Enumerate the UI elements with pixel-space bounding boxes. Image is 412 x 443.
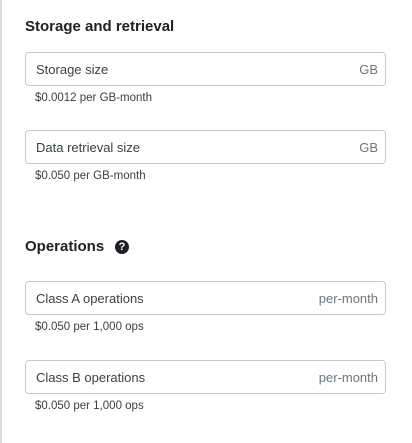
data-retrieval-size-price: $0.050 per GB-month xyxy=(35,170,146,182)
data-retrieval-size-unit: GB xyxy=(359,140,378,155)
class-b-operations-unit: per-month xyxy=(318,370,378,385)
class-b-operations-label: Class B operations xyxy=(36,370,146,385)
class-a-operations-label: Class A operations xyxy=(36,291,144,306)
class-a-operations-unit: per-month xyxy=(318,291,378,306)
class-a-operations-field[interactable]: Class A operations per-month xyxy=(25,281,386,315)
operations-section-title: Operations xyxy=(25,238,105,255)
storage-size-field[interactable]: Storage size GB xyxy=(25,52,386,86)
storage-section-title: Storage and retrieval xyxy=(25,18,175,35)
storage-size-unit: GB xyxy=(359,62,378,77)
class-a-operations-price: $0.050 per 1,000 ops xyxy=(35,321,144,333)
panel-left-border xyxy=(0,0,2,443)
data-retrieval-size-label: Data retrieval size xyxy=(36,140,141,155)
class-b-operations-field[interactable]: Class B operations per-month xyxy=(25,360,386,394)
data-retrieval-size-field[interactable]: Data retrieval size GB xyxy=(25,130,386,164)
storage-size-label: Storage size xyxy=(36,62,109,77)
help-circle-icon[interactable]: ? xyxy=(115,240,129,254)
storage-size-price: $0.0012 per GB-month xyxy=(35,92,152,104)
class-b-operations-price: $0.050 per 1,000 ops xyxy=(35,400,144,412)
